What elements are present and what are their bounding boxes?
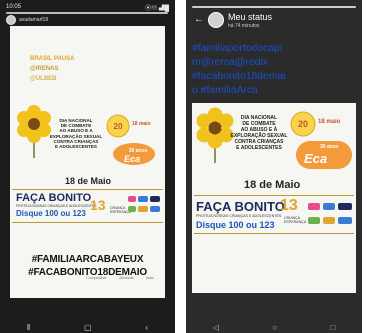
disque-number: Disque 100 ou 123 (196, 220, 275, 230)
recents-icon[interactable]: □ (330, 323, 335, 332)
badge-date: 18 maio (132, 121, 151, 127)
avatar[interactable] (6, 15, 16, 25)
home-icon[interactable]: ○ (272, 323, 277, 332)
home-icon[interactable]: ▢ (84, 323, 92, 332)
status-caption: #familiaportodocapi m@rema@redix #facabo… (192, 42, 356, 98)
right-phone-screenshot: ← Meu status há 74 minutos #familiaporto… (186, 0, 362, 333)
caption-line[interactable]: o #familiaArca (192, 84, 356, 98)
caption-line[interactable]: #facabonito18demai (192, 70, 356, 84)
back-arrow-icon[interactable]: ← (194, 14, 204, 25)
eca-badge: 30 anos Eca (296, 141, 352, 169)
android-nav-bar: ‖ ▢ ‹ (0, 321, 175, 333)
back-icon[interactable]: ◁ (213, 323, 219, 332)
story-image: BRASIL PAUSA @IRENAS @ULBEB DIA NACIONAL… (10, 26, 165, 298)
hashtag-line-1: #FAMILIAARCABAYEUX (31, 254, 144, 265)
status-header: ← Meu status há 74 minutos (186, 0, 362, 38)
divider (12, 222, 163, 223)
badge-date: 18 maio (318, 119, 341, 125)
story-header: avadamarf19 (6, 14, 48, 26)
deco-word-1: BRASIL PAUSA (30, 56, 75, 62)
recents-icon[interactable]: ‖ (27, 323, 30, 332)
disque-number: Disque 100 ou 123 (16, 209, 86, 218)
status-image: DIA NACIONAL DE COMBATE AO ABUSO E À EXP… (192, 103, 356, 293)
thirteen-badge: 13 (90, 197, 106, 213)
eca-label: Eca (304, 151, 328, 166)
divider (12, 189, 163, 190)
divider (194, 233, 354, 234)
deco-word-3: @ULBEB (30, 76, 57, 82)
crianca-esperanca-label: CRIANÇA ESPERANÇA (284, 216, 307, 224)
thirteen-badge: 13 (280, 197, 298, 214)
caption-line[interactable]: m@rema@redix (192, 56, 356, 70)
story-actions: Compartilhar Atividade Mais (80, 276, 160, 280)
svg-text:20: 20 (114, 122, 123, 131)
svg-text:Eca: Eca (124, 154, 140, 164)
avatar[interactable] (208, 12, 224, 28)
flyer-campaign-text: DIA NACIONAL DE COMBATE AO ABUSO E À EXP… (230, 115, 288, 151)
faca-bonito-logo: FAÇA BONITO (196, 199, 285, 214)
sponsor-logos (128, 196, 160, 212)
status-title: Meu status (228, 12, 273, 22)
status-right-icons: ⦿☏ ▟█ (145, 5, 169, 12)
faca-bonito-logo: FAÇA BONITO (16, 192, 92, 204)
android-nav-bar: ◁ ○ □ (186, 321, 362, 333)
crianca-esperanca-label: CRIANÇA ESPERANÇA (110, 206, 131, 214)
sponsor-logos (308, 203, 352, 224)
activity-action[interactable]: Atividade (119, 276, 134, 280)
svg-text:20: 20 (298, 119, 308, 129)
svg-text:13: 13 (90, 197, 106, 213)
more-action[interactable]: Mais (146, 276, 154, 280)
faca-subtitle: PROTEJA NOSSAS CRIANÇAS E ADOLESCENTES (16, 204, 97, 208)
caption-line[interactable]: #familiaportodocapi (192, 42, 356, 56)
status-time: há 74 minutos (228, 23, 260, 29)
story-progress-bar (192, 6, 356, 8)
faca-subtitle: PROTEJA NOSSAS CRIANÇAS E ADOLESCENTES (196, 214, 282, 218)
divider (194, 195, 354, 196)
share-action[interactable]: Compartilhar (86, 276, 107, 280)
username[interactable]: avadamarf19 (19, 17, 48, 23)
deco-word-2: @IRENAS (30, 66, 59, 72)
back-icon[interactable]: ‹ (145, 323, 148, 332)
eca-badge: 30 anos Eca (113, 143, 155, 165)
date-line: 18 de Maio (65, 176, 112, 186)
status-time: 10:05 (6, 4, 22, 10)
date-line: 18 de Maio (244, 179, 301, 191)
eca-years: 30 anos (320, 144, 339, 150)
flyer-campaign-text: DIA NACIONAL DE COMBATE AO ABUSO E A EXP… (49, 118, 103, 150)
left-phone-screenshot: 10:05 ⦿☏ ▟█ avadamarf19 BRASIL PAUSA @IR… (0, 0, 175, 333)
